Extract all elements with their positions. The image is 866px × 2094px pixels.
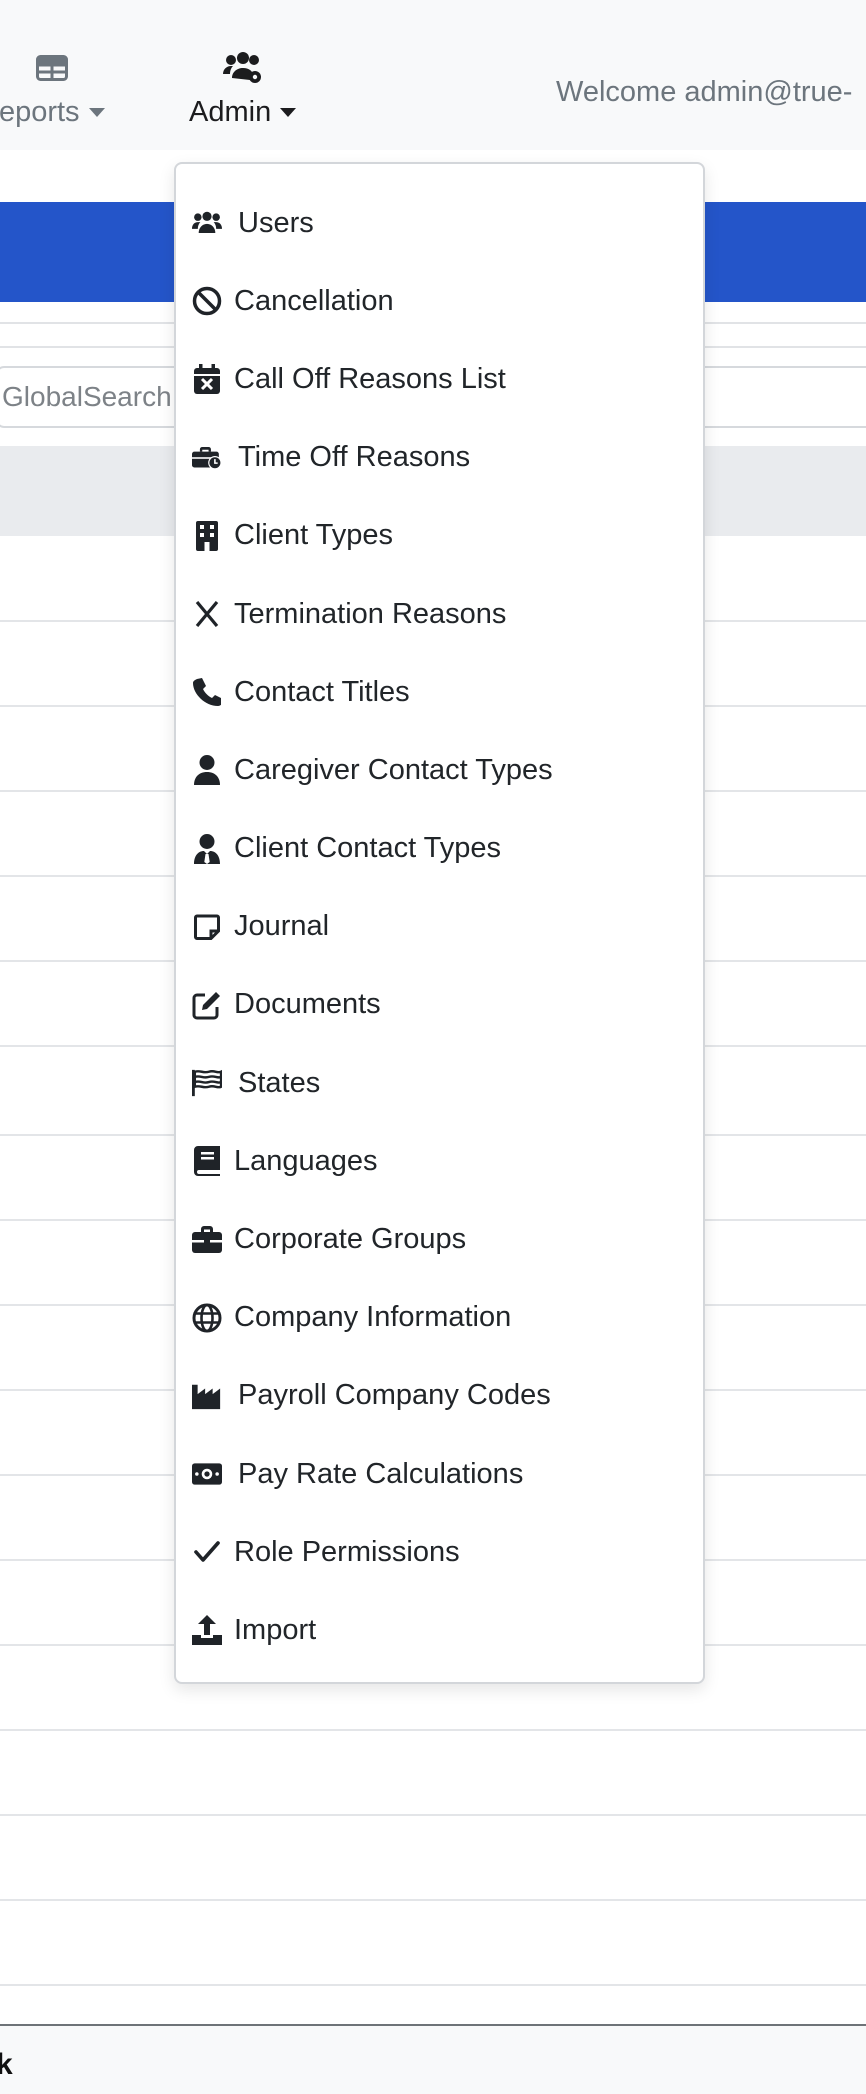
menu-item-label: Corporate Groups: [234, 1223, 467, 1256]
menu-item-languages[interactable]: Languages: [176, 1122, 703, 1200]
menu-item-label: Documents: [234, 988, 381, 1021]
menu-item-label: Termination Reasons: [234, 597, 507, 630]
phone-icon: [192, 677, 222, 707]
footer-text: k: [0, 2048, 13, 2081]
table-row: [0, 1984, 866, 1986]
menu-item-label: Client Contact Types: [234, 832, 502, 865]
menu-item-call-off-reasons[interactable]: Call Off Reasons List: [176, 340, 703, 418]
menu-item-company-information[interactable]: Company Information: [176, 1279, 703, 1357]
menu-item-termination-reasons[interactable]: Termination Reasons: [176, 575, 703, 653]
nav-admin-label: Admin: [189, 96, 272, 128]
menu-item-label: Role Permissions: [234, 1535, 460, 1568]
check-icon: [192, 1537, 222, 1567]
menu-item-label: Users: [238, 206, 314, 239]
table-row: [0, 1899, 866, 1901]
users-icon: [192, 208, 222, 238]
menu-item-label: Caregiver Contact Types: [234, 753, 553, 786]
menu-item-payroll-company-codes[interactable]: Payroll Company Codes: [176, 1357, 703, 1435]
menu-item-states[interactable]: States: [176, 1044, 703, 1122]
menu-item-label: Client Types: [234, 519, 394, 552]
menu-item-corporate-groups[interactable]: Corporate Groups: [176, 1200, 703, 1278]
menu-item-documents[interactable]: Documents: [176, 966, 703, 1044]
menu-item-label: Pay Rate Calculations: [238, 1457, 524, 1490]
welcome-text: Welcome admin@true-: [556, 76, 853, 108]
money-bill-icon: [192, 1459, 222, 1489]
menu-item-label: Payroll Company Codes: [238, 1379, 551, 1412]
menu-item-cancellation[interactable]: Cancellation: [176, 262, 703, 340]
menu-item-label: Cancellation: [234, 284, 394, 317]
flag-icon: [192, 1068, 222, 1098]
upload-icon: [192, 1615, 222, 1646]
menu-item-label: Company Information: [234, 1301, 512, 1334]
top-navbar: Reports Admin Welcome admin@true-: [0, 0, 866, 150]
caret-down-icon: [88, 107, 105, 117]
menu-item-label: Contact Titles: [234, 675, 410, 708]
calendar-x-icon: [192, 364, 222, 395]
menu-item-label: Time Off Reasons: [238, 441, 471, 474]
menu-item-label: Journal: [234, 910, 330, 943]
briefcase-clock-icon: [192, 443, 222, 473]
globe-icon: [192, 1303, 222, 1333]
nav-admin[interactable]: Admin: [189, 50, 297, 130]
menu-item-time-off-reasons[interactable]: Time Off Reasons: [176, 419, 703, 497]
building-icon: [192, 520, 222, 551]
menu-item-caregiver-contact-types[interactable]: Caregiver Contact Types: [176, 731, 703, 809]
menu-item-import[interactable]: Import: [176, 1591, 703, 1669]
book-icon: [192, 1146, 222, 1177]
user-icon: [192, 755, 222, 786]
table-row: [0, 1814, 866, 1816]
menu-item-role-permissions[interactable]: Role Permissions: [176, 1513, 703, 1591]
menu-item-client-types[interactable]: Client Types: [176, 497, 703, 575]
user-tie-icon: [192, 833, 222, 864]
menu-item-client-contact-types[interactable]: Client Contact Types: [176, 810, 703, 888]
industry-icon: [192, 1381, 222, 1411]
ban-icon: [192, 286, 222, 316]
menu-item-label: States: [238, 1066, 321, 1099]
users-gear-icon: [222, 50, 263, 86]
menu-item-label: Call Off Reasons List: [234, 362, 506, 395]
note-icon: [192, 912, 222, 942]
menu-item-users[interactable]: Users: [176, 184, 703, 262]
table-row: [0, 1729, 866, 1731]
menu-item-journal[interactable]: Journal: [176, 888, 703, 966]
pen-to-square-icon: [192, 990, 222, 1020]
x-icon: [192, 599, 222, 629]
menu-item-pay-rate-calculations[interactable]: Pay Rate Calculations: [176, 1435, 703, 1513]
caret-down-icon: [280, 107, 297, 117]
menu-item-label: Import: [234, 1613, 317, 1646]
admin-dropdown-menu: Users Cancellation Call Off Reasons List…: [174, 162, 705, 1684]
menu-item-label: Languages: [234, 1144, 378, 1177]
footer-bar: k: [0, 2024, 866, 2094]
menu-item-contact-titles[interactable]: Contact Titles: [176, 653, 703, 731]
table-icon: [14, 50, 69, 86]
nav-reports[interactable]: Reports: [0, 50, 105, 130]
briefcase-icon: [192, 1225, 222, 1255]
nav-reports-label: Reports: [0, 96, 80, 128]
